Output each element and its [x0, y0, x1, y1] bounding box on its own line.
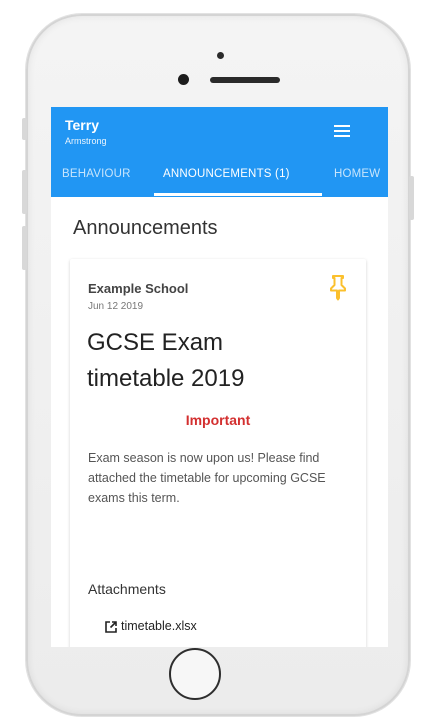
student-first-name: Terry	[65, 117, 99, 133]
tab-announcements[interactable]: ANNOUNCEMENTS (1)	[163, 162, 290, 197]
attachment-filename: timetable.xlsx	[121, 619, 197, 633]
school-name: Example School	[88, 281, 189, 296]
phone-screen: Terry Armstrong BEHAVIOUR ANNOUNCEMENTS …	[51, 107, 388, 647]
active-tab-indicator	[154, 193, 322, 196]
announcement-body: Exam season is now upon us! Please find …	[88, 451, 326, 505]
menu-icon[interactable]	[334, 124, 352, 138]
tab-bar: BEHAVIOUR ANNOUNCEMENTS (1) HOMEW	[51, 162, 388, 197]
open-external-icon	[104, 620, 118, 634]
student-last-name: Armstrong	[65, 136, 107, 146]
announcement-title: GCSE Exam timetable 2019	[87, 325, 337, 397]
pin-icon[interactable]	[325, 273, 351, 301]
app-bar: Terry Armstrong BEHAVIOUR ANNOUNCEMENTS …	[51, 107, 388, 197]
mute-switch	[22, 118, 27, 140]
volume-down-button	[22, 226, 27, 270]
main-content: Announcements Example School Jun 12 2019…	[51, 197, 388, 647]
page-title: Announcements	[73, 217, 218, 239]
priority-label: Important	[185, 412, 251, 428]
earpiece-speaker	[210, 77, 280, 83]
tab-homework[interactable]: HOMEW	[334, 162, 380, 197]
announcement-date: Jun 12 2019	[88, 301, 144, 312]
tab-behaviour[interactable]: BEHAVIOUR	[62, 162, 131, 197]
camera	[178, 74, 189, 85]
power-button	[409, 176, 414, 220]
attachments-heading: Attachments	[88, 581, 166, 597]
announcement-title-line2: timetable 2019	[87, 365, 245, 392]
volume-up-button	[22, 170, 27, 214]
home-button[interactable]	[169, 648, 221, 700]
announcement-title-line1: GCSE Exam	[87, 329, 224, 356]
announcement-card[interactable]: Example School Jun 12 2019 GCSE Exam tim…	[70, 259, 366, 647]
front-camera	[217, 52, 224, 59]
